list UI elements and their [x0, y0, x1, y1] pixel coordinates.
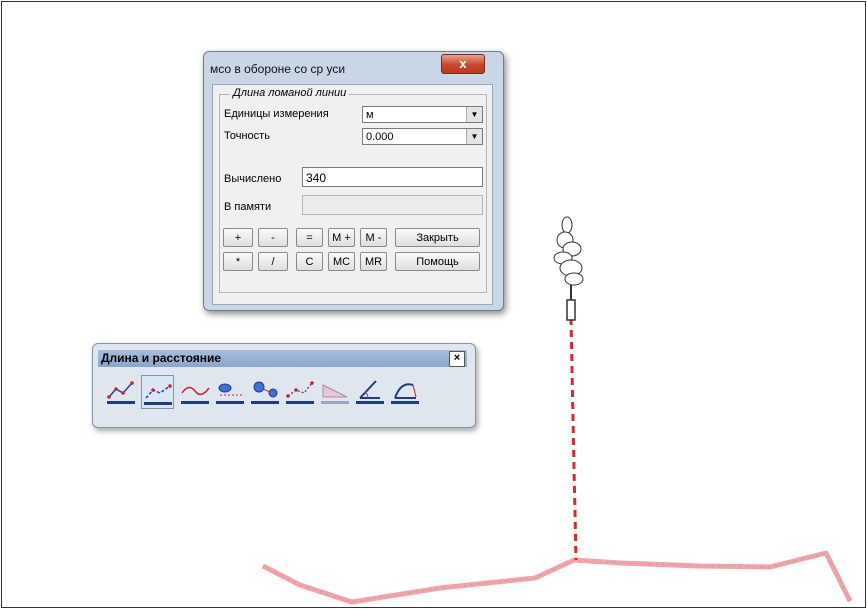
units-select[interactable]: м ▼: [362, 106, 483, 123]
tool-object-distance[interactable]: [214, 375, 247, 409]
terrain-line: [261, 550, 853, 605]
toolbar-close-button[interactable]: ×: [449, 351, 465, 367]
help-button[interactable]: Помощь: [395, 252, 480, 271]
clear-button[interactable]: C: [296, 252, 323, 271]
tool-multi-point-distance[interactable]: [284, 375, 317, 409]
curve-length-icon: [181, 386, 210, 404]
polyline-length-group: Длина ломаной линии Единицы измерения м …: [219, 87, 487, 293]
object-distance-icon: [216, 383, 244, 404]
toolbar-title: Длина и расстояние ×: [98, 350, 467, 367]
tool-curve-length[interactable]: [179, 375, 212, 409]
tool-area-distance[interactable]: [319, 375, 352, 409]
precision-select-value: 0.000: [366, 131, 394, 143]
chevron-down-icon[interactable]: ▼: [466, 107, 482, 122]
divide-button[interactable]: /: [258, 252, 288, 271]
polyline-length-icon: [107, 381, 135, 404]
polyline-length-selected-icon: [144, 384, 172, 405]
multiply-button[interactable]: *: [223, 252, 253, 271]
measure-line: [569, 317, 578, 561]
memory-recall-button[interactable]: MR: [360, 252, 387, 271]
dialog-close-button[interactable]: x: [441, 54, 485, 74]
dialog-title: мсо в обороне со ср уси: [210, 62, 346, 76]
memory-label: В памяти: [224, 201, 272, 213]
memory-value-field: [302, 195, 483, 215]
tool-circle-distance[interactable]: [249, 375, 282, 409]
plus-button[interactable]: +: [223, 228, 253, 247]
precision-select[interactable]: 0.000 ▼: [362, 128, 483, 145]
close-button[interactable]: Закрыть: [395, 228, 480, 247]
tool-angle-measure[interactable]: [354, 375, 387, 409]
memory-subtract-button[interactable]: M -: [360, 228, 387, 247]
units-select-value: м: [366, 109, 374, 121]
chevron-down-icon[interactable]: ▼: [466, 129, 482, 144]
length-distance-toolbar: Длина и расстояние ×: [92, 343, 476, 428]
tool-polyline-length[interactable]: [105, 375, 138, 409]
memory-add-button[interactable]: M +: [328, 228, 355, 247]
computed-label: Вычислено: [224, 173, 282, 185]
computed-value-field[interactable]: 340: [302, 167, 483, 187]
minus-button[interactable]: -: [258, 228, 288, 247]
tree-symbol-icon: [553, 216, 584, 321]
area-distance-icon: [321, 384, 349, 404]
group-title: Длина ломаной линии: [230, 87, 350, 99]
units-label: Единицы измерения: [224, 108, 329, 120]
toolbar-title-text: Длина и расстояние: [101, 351, 222, 365]
precision-label: Точность: [224, 130, 270, 142]
tool-polyline-length-active[interactable]: [141, 375, 174, 409]
curved-angle-icon: [391, 383, 419, 404]
length-calculator-dialog: мсо в обороне со ср уси x Длина ломаной …: [203, 51, 504, 311]
tool-curved-angle[interactable]: [389, 375, 422, 409]
dialog-body: Длина ломаной линии Единицы измерения м …: [212, 84, 493, 305]
equals-button[interactable]: =: [296, 228, 323, 247]
angle-measure-icon: [356, 380, 384, 404]
circle-distance-icon: [251, 381, 279, 404]
memory-clear-button[interactable]: MC: [328, 252, 355, 271]
multi-point-distance-icon: [286, 381, 314, 404]
terrain-line-ticks: [262, 552, 851, 603]
